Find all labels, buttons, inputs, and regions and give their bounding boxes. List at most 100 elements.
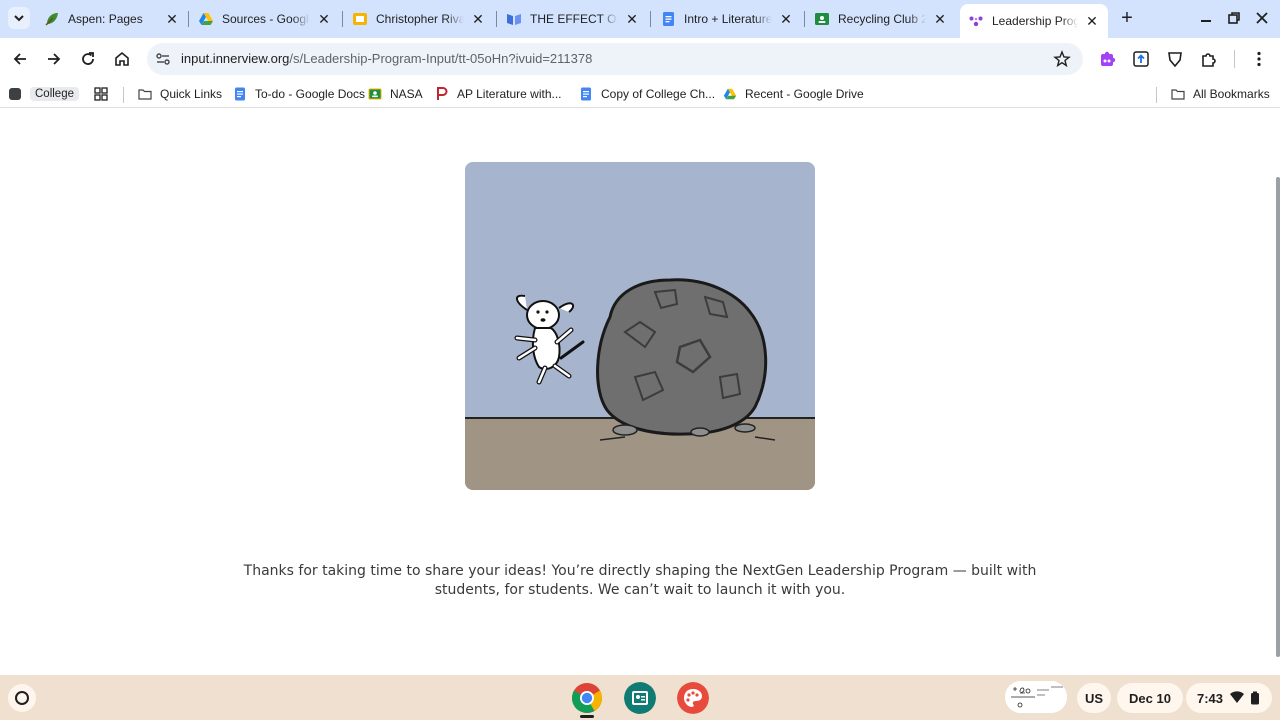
google-docs-icon: [581, 87, 591, 101]
tab-title: Intro + Literature: [684, 12, 772, 26]
tab-aspen[interactable]: Aspen: Pages ✕: [44, 5, 180, 33]
folder-icon: [1171, 89, 1185, 100]
bookmarks-bar: College Quick Links To-do - Google Docs …: [0, 80, 1280, 108]
new-tab-button[interactable]: +: [1116, 8, 1138, 30]
url-text: input.innerview.org/s/Leadership-Program…: [181, 51, 593, 66]
close-icon[interactable]: ✕: [1084, 13, 1100, 29]
page-scrollbar[interactable]: [1276, 177, 1280, 657]
google-classroom-icon: [815, 13, 829, 25]
puzzle-extension-icon[interactable]: [1099, 50, 1117, 68]
back-button[interactable]: [8, 47, 32, 71]
bookmark-group-college[interactable]: College: [8, 85, 79, 103]
tab-divider: [188, 11, 189, 27]
google-drive-icon: [723, 88, 737, 100]
bookmark-label: NASA: [390, 87, 423, 101]
close-window-button[interactable]: [1254, 10, 1270, 26]
wifi-icon: [1230, 691, 1245, 703]
folder-icon: [138, 89, 152, 100]
canvas-paint-icon[interactable]: [677, 682, 709, 714]
tab-divider: [804, 11, 805, 27]
restore-button[interactable]: [1226, 10, 1242, 26]
clock-time: 7:43: [1197, 690, 1224, 706]
tab-title: Recycling Club 20: [838, 12, 926, 26]
book-icon: [507, 14, 521, 25]
tab-title: THE EFFECT OF: [530, 12, 618, 26]
close-icon[interactable]: ✕: [470, 11, 486, 27]
tab-title: Aspen: Pages: [68, 12, 143, 26]
tab-title: Leadership Program: [992, 14, 1078, 28]
tab-group-icon: [9, 88, 21, 100]
innerview-icon: [969, 16, 983, 27]
tab-effect-of[interactable]: THE EFFECT OF ✕: [506, 5, 640, 33]
shield-extension-icon[interactable]: [1166, 50, 1184, 68]
classroom-icon: [368, 88, 382, 100]
close-icon[interactable]: ✕: [932, 11, 948, 27]
close-icon[interactable]: ✕: [164, 11, 180, 27]
site-info-icon[interactable]: [155, 51, 171, 67]
close-icon[interactable]: ✕: [778, 11, 794, 27]
bookmark-todo-docs[interactable]: To-do - Google Docs: [233, 85, 365, 103]
bookmark-label: Copy of College Ch...: [601, 87, 716, 101]
apps-grid-button[interactable]: [94, 85, 116, 103]
home-icon: [115, 51, 129, 66]
screen-capture-thumbnail[interactable]: [1005, 681, 1067, 713]
bookmark-ap-literature[interactable]: AP Literature with...: [435, 85, 562, 103]
google-drive-icon: [199, 13, 213, 25]
forward-button[interactable]: [42, 47, 66, 71]
tab-title: Christopher Rivas: [376, 12, 464, 26]
bookmark-nasa[interactable]: NASA: [368, 85, 423, 103]
tab-christopher[interactable]: Christopher Rivas ✕: [352, 5, 486, 33]
tab-divider: [496, 11, 497, 27]
all-bookmarks-button[interactable]: All Bookmarks: [1171, 85, 1270, 103]
tab-divider: [650, 11, 651, 27]
bookmark-quick-links[interactable]: Quick Links: [138, 85, 222, 103]
tab-divider: [342, 11, 343, 27]
thank-you-illustration: [465, 162, 815, 490]
bookmark-recent-drive[interactable]: Recent - Google Drive: [723, 85, 864, 103]
kebab-menu-icon[interactable]: [1250, 50, 1268, 68]
reload-button[interactable]: [76, 47, 100, 71]
reload-icon: [82, 52, 94, 65]
tab-leadership-program[interactable]: Leadership Program ✕: [960, 4, 1108, 38]
classroom-app-icon[interactable]: [624, 682, 656, 714]
forward-arrow-icon: [48, 53, 61, 65]
home-button[interactable]: [110, 47, 134, 71]
tab-search-button[interactable]: [8, 7, 30, 29]
thank-you-message: Thanks for taking time to share your ide…: [243, 563, 1037, 598]
extensions-puzzle-icon[interactable]: [1200, 50, 1218, 68]
bookmark-label: Recent - Google Drive: [745, 87, 864, 101]
close-icon: [1256, 12, 1268, 24]
restore-icon: [1228, 12, 1240, 24]
toolbar-divider: [1234, 50, 1235, 68]
tab-intro-literature[interactable]: Intro + Literature ✕: [660, 5, 794, 33]
back-arrow-icon: [13, 53, 26, 65]
browser-toolbar: input.innerview.org/s/Leadership-Program…: [0, 38, 1280, 80]
tab-sources[interactable]: Sources - Google Drive ✕: [198, 5, 332, 33]
bookmark-college-checklist[interactable]: Copy of College Ch...: [579, 85, 715, 103]
input-method-indicator[interactable]: US: [1077, 683, 1111, 713]
math-formula-thumbnail-icon: [1005, 681, 1067, 713]
running-indicator: [580, 715, 594, 718]
chevron-down-icon: [14, 15, 24, 22]
tab-strip: Aspen: Pages ✕ Sources - Google Drive ✕ …: [0, 0, 1280, 38]
page-content: Thanks for taking time to share your ide…: [0, 113, 1280, 675]
p-logo-icon: [437, 87, 448, 100]
close-icon[interactable]: ✕: [316, 11, 332, 27]
launcher-button[interactable]: [8, 684, 36, 712]
chrome-icon[interactable]: [571, 682, 603, 714]
google-slides-icon: [353, 13, 367, 25]
minimize-icon: [1201, 20, 1211, 22]
bookmark-label: AP Literature with...: [457, 87, 562, 101]
status-area[interactable]: 7:43: [1186, 683, 1272, 713]
bookmark-divider: [1156, 87, 1157, 103]
google-docs-icon: [235, 87, 245, 101]
close-icon[interactable]: ✕: [624, 11, 640, 27]
cartoon-dog-and-boulder-image: [465, 162, 815, 490]
bookmark-star-icon[interactable]: [1053, 50, 1071, 68]
address-bar[interactable]: input.innerview.org/s/Leadership-Program…: [147, 43, 1083, 75]
upload-extension-icon[interactable]: [1132, 50, 1150, 68]
date-indicator[interactable]: Dec 10: [1117, 683, 1183, 713]
tab-recycling-club[interactable]: Recycling Club 20 ✕: [814, 5, 948, 33]
minimize-button[interactable]: [1198, 10, 1214, 26]
bookmark-label: To-do - Google Docs: [255, 87, 366, 101]
